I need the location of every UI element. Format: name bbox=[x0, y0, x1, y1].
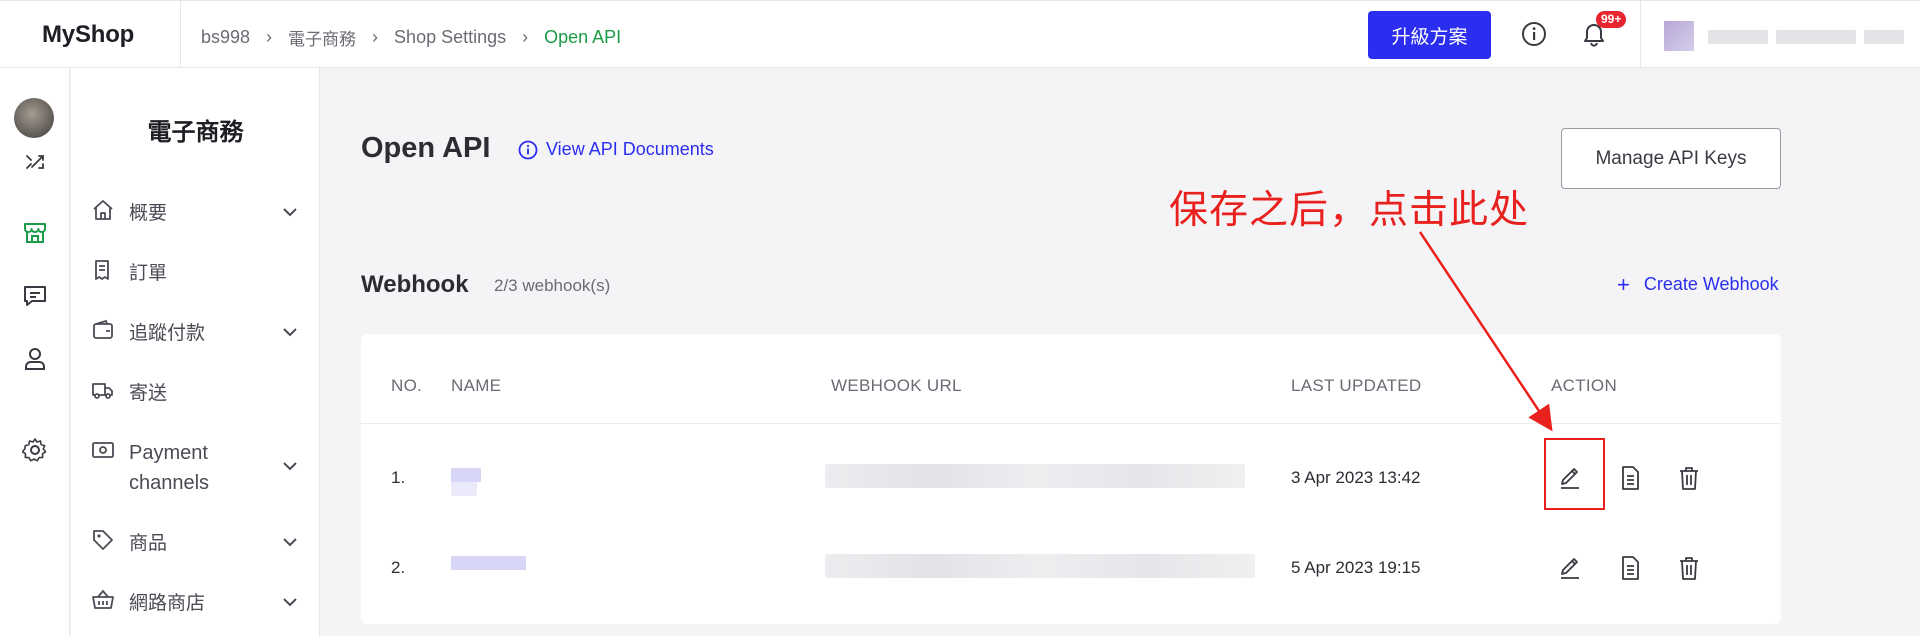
annotation-arrow bbox=[1418, 231, 1553, 432]
annotation-highlight-box bbox=[1544, 438, 1605, 510]
